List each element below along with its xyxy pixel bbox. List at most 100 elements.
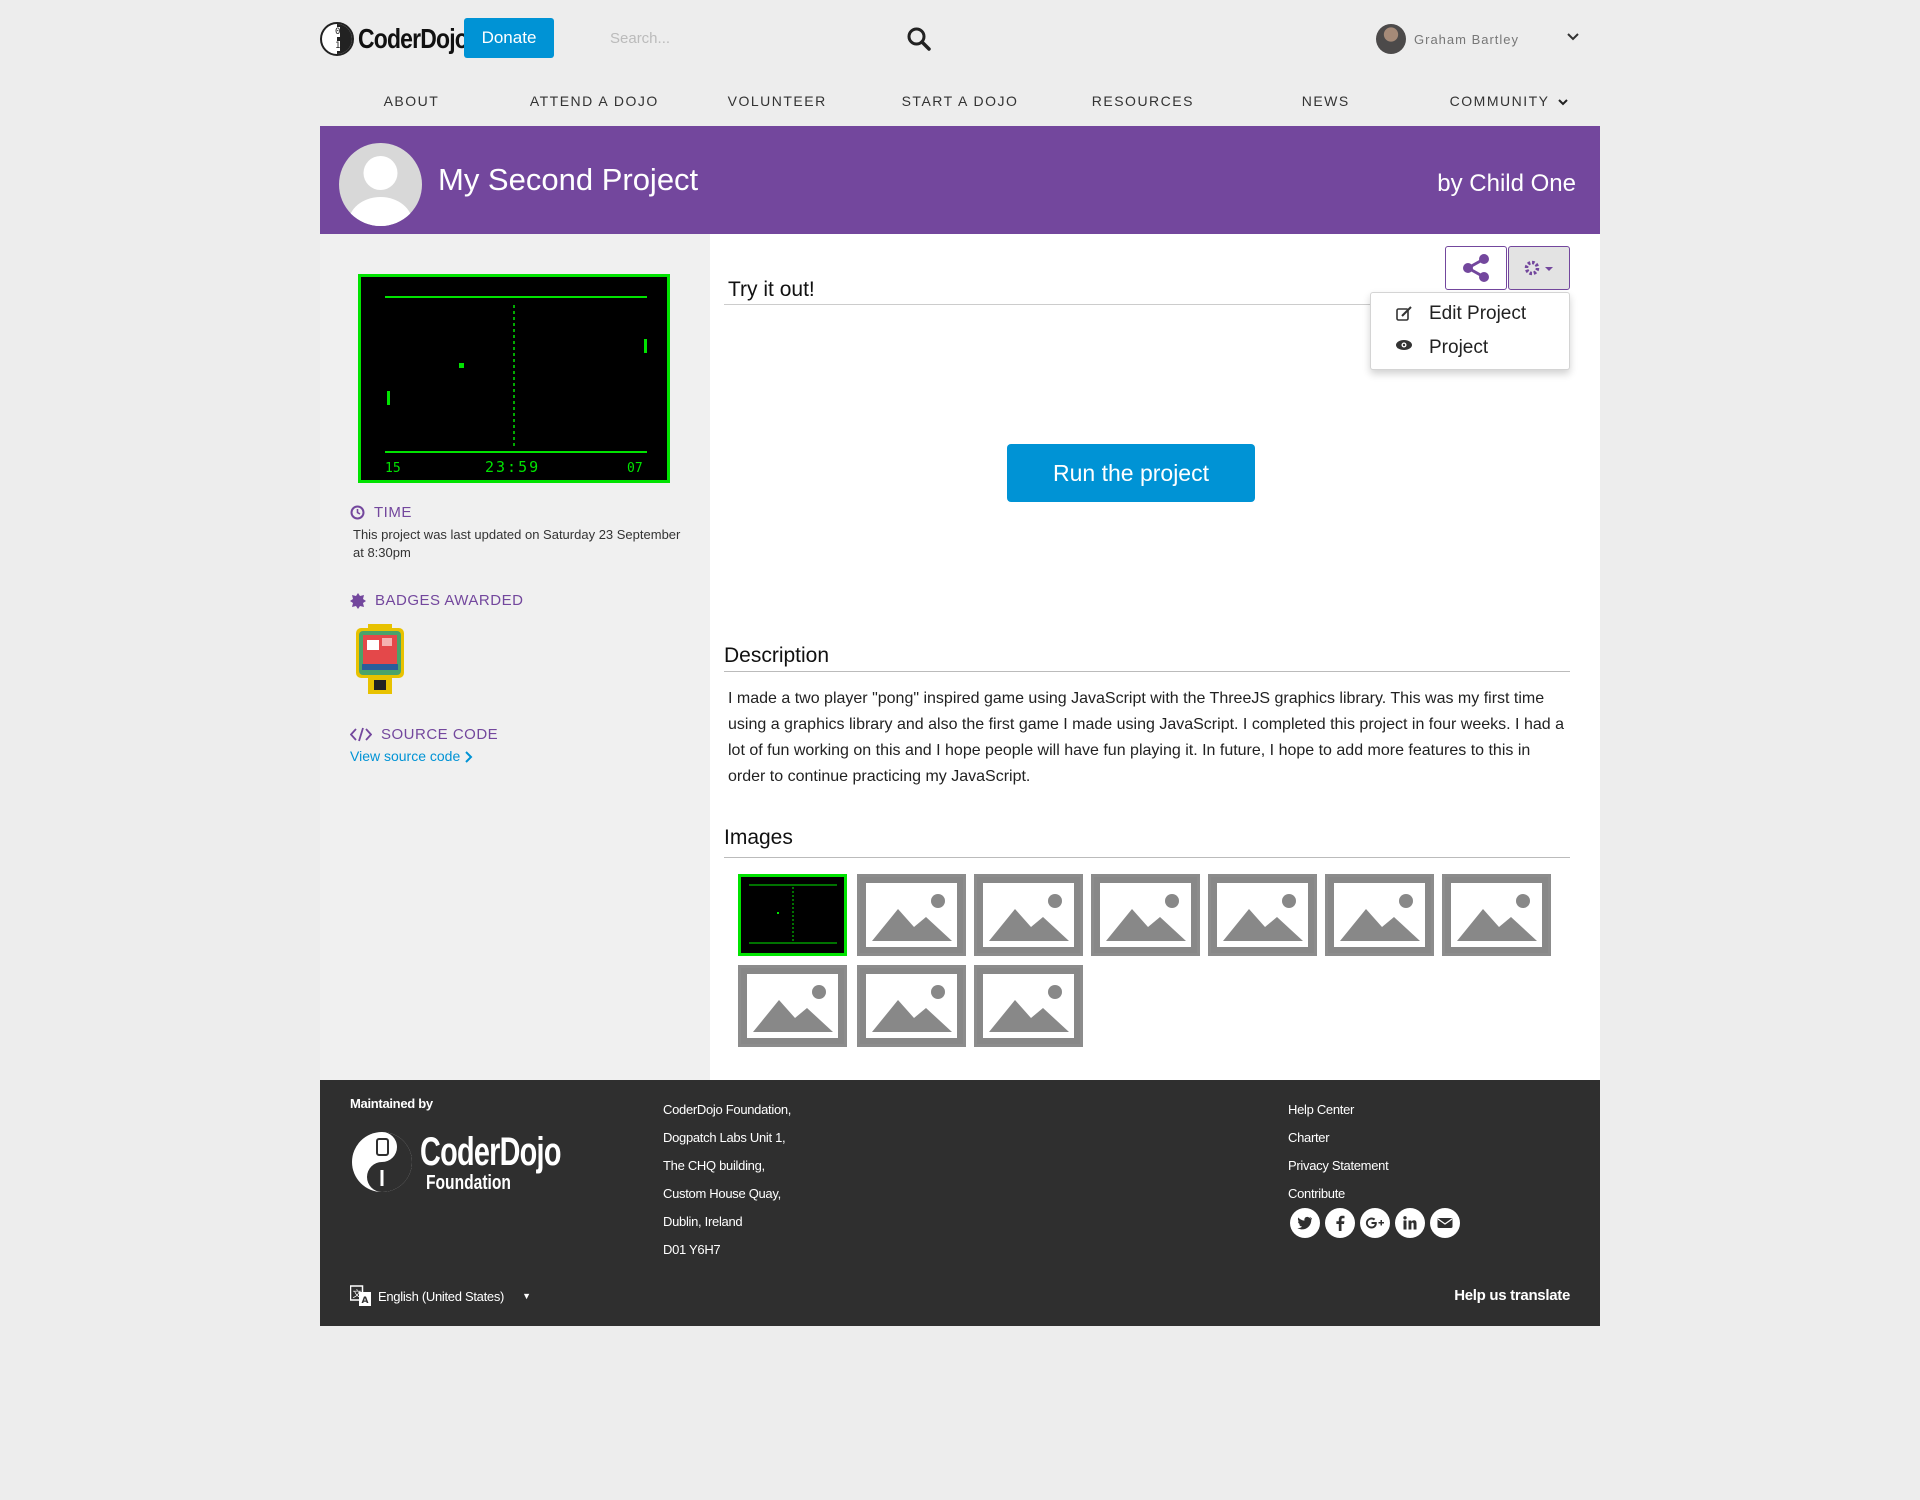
source-title: SOURCE CODE: [381, 726, 499, 743]
divider: [724, 671, 1570, 672]
language-selector[interactable]: 文A English (United States) ▼: [350, 1283, 531, 1309]
nav-community[interactable]: COMMUNITY: [1417, 86, 1600, 116]
nav-community-label: COMMUNITY: [1449, 93, 1550, 109]
donate-button[interactable]: Donate: [464, 18, 554, 58]
chevron-right-icon: [465, 751, 473, 764]
gallery-placeholder-image[interactable]: [974, 874, 1083, 956]
address-line: CoderDojo Foundation,: [663, 1102, 792, 1117]
gallery-placeholder-image[interactable]: [857, 874, 966, 956]
svg-text:A: A: [362, 1296, 369, 1306]
facebook-icon[interactable]: [1325, 1208, 1355, 1238]
email-icon[interactable]: [1430, 1208, 1460, 1238]
images-title: Images: [724, 826, 793, 849]
gallery-placeholder-image[interactable]: [1208, 874, 1317, 956]
project-thumbnail: 15 23:59 07: [358, 274, 670, 483]
project-author: by Child One: [1437, 170, 1576, 197]
view-source-link[interactable]: View source code: [350, 748, 473, 764]
description-title: Description: [724, 644, 830, 667]
share-icon: [1463, 254, 1489, 282]
footer-logo-line1: CoderDojo: [420, 1130, 561, 1174]
left-score: 15: [385, 461, 401, 476]
avatar: [339, 143, 422, 226]
svg-text:文: 文: [353, 1288, 362, 1300]
privacy-statement-link[interactable]: Privacy Statement: [1288, 1152, 1389, 1180]
linkedin-icon[interactable]: [1395, 1208, 1425, 1238]
nav-news[interactable]: NEWS: [1234, 86, 1417, 116]
address-line: D01 Y6H7: [663, 1242, 721, 1257]
badge-icon: [350, 592, 366, 609]
footer-logo-line2: Foundation: [426, 1172, 511, 1194]
source-section-title: SOURCE CODE: [350, 726, 498, 743]
time-title: TIME: [374, 504, 412, 521]
user-menu[interactable]: Graham Bartley: [1376, 22, 1519, 56]
charter-link[interactable]: Charter: [1288, 1124, 1388, 1152]
social-links: [1290, 1208, 1465, 1238]
settings-button[interactable]: [1508, 246, 1570, 290]
contribute-link[interactable]: Contribute: [1288, 1180, 1388, 1208]
yin-yang-logo-icon: 01: [320, 22, 354, 56]
gallery-thumbnail[interactable]: [738, 874, 847, 956]
run-project-button[interactable]: Run the project: [1007, 444, 1255, 502]
nav-attend-a-dojo[interactable]: ATTEND A DOJO: [503, 86, 686, 116]
gallery-placeholder-image[interactable]: [738, 965, 847, 1047]
gallery-placeholder-image[interactable]: [1325, 874, 1434, 956]
nav-volunteer[interactable]: VOLUNTEER: [686, 86, 869, 116]
code-icon: [350, 727, 372, 742]
project-banner: My Second Project by Child One: [320, 126, 1600, 234]
time-section-title: TIME: [350, 504, 412, 521]
try-it-out-title: Try it out!: [728, 278, 815, 301]
project-main: Try it out! Edit Project Project Run the…: [710, 234, 1600, 1080]
user-name: Graham Bartley: [1414, 31, 1520, 47]
edit-project-menu-item[interactable]: Edit Project: [1429, 303, 1526, 325]
search-icon[interactable]: [906, 26, 932, 52]
help-center-link[interactable]: Help Center: [1288, 1096, 1388, 1124]
foundation-address: CoderDojo Foundation, Dogpatch Labs Unit…: [663, 1096, 791, 1264]
settings-dropdown: Edit Project Project: [1370, 292, 1570, 370]
site-footer: Maintained by CoderDojo Foundation Coder…: [320, 1080, 1600, 1326]
help-us-translate-link[interactable]: Help us translate: [1454, 1287, 1570, 1304]
gear-icon: [1524, 260, 1553, 276]
badges-section-title: BADGES AWARDED: [350, 592, 523, 609]
address-line: Custom House Quay,: [663, 1186, 781, 1201]
share-button[interactable]: [1445, 246, 1507, 290]
footer-links: Help Center Charter Privacy Statement Co…: [1288, 1096, 1389, 1208]
gallery-placeholder-image[interactable]: [1091, 874, 1200, 956]
twitter-icon[interactable]: [1290, 1208, 1320, 1238]
view-project-menu-item[interactable]: Project: [1429, 337, 1488, 359]
edit-icon: [1396, 306, 1412, 321]
gallery-placeholder-image[interactable]: [1442, 874, 1551, 956]
badges-title: BADGES AWARDED: [375, 592, 524, 609]
page-title: My Second Project: [438, 162, 699, 197]
awarded-badge-icon[interactable]: [354, 624, 406, 694]
coderdojo-foundation-logo[interactable]: CoderDojo Foundation: [350, 1128, 561, 1198]
project-sidebar: 15 23:59 07 TIME This project was last u…: [320, 234, 710, 1080]
translate-icon: 文A: [350, 1285, 371, 1306]
logo-text: CoderDojo: [358, 23, 469, 54]
gallery-placeholder-image[interactable]: [857, 965, 966, 1047]
nav-about[interactable]: ABOUT: [320, 86, 503, 116]
divider: [724, 857, 1570, 858]
description-text: I made a two player "pong" inspired game…: [728, 690, 1564, 785]
main-nav: ABOUT ATTEND A DOJO VOLUNTEER START A DO…: [320, 86, 1600, 116]
gallery-placeholder-image[interactable]: [974, 965, 1083, 1047]
game-clock: 23:59: [485, 458, 540, 476]
language-label: English (United States): [378, 1288, 505, 1304]
chevron-down-icon: [1557, 99, 1568, 106]
address-line: Dogpatch Labs Unit 1,: [663, 1130, 786, 1145]
clock-icon: [350, 505, 365, 520]
nav-start-a-dojo[interactable]: START A DOJO: [869, 86, 1052, 116]
caret-down-icon: ▼: [522, 1291, 531, 1301]
avatar: [1376, 24, 1406, 54]
address-line: The CHQ building,: [663, 1158, 765, 1173]
maintained-by-label: Maintained by: [350, 1096, 433, 1111]
top-header: 01 CoderDojo Donate Graham Bartley: [320, 0, 1600, 78]
divider: [724, 304, 1384, 305]
chevron-down-icon[interactable]: [1566, 30, 1580, 44]
address-line: Dublin, Ireland: [663, 1214, 743, 1229]
last-updated-text: This project was last updated on Saturda…: [353, 527, 681, 560]
nav-resources[interactable]: RESOURCES: [1051, 86, 1234, 116]
right-score: 07: [627, 461, 643, 476]
search-input[interactable]: [588, 18, 878, 58]
view-source-label: View source code: [350, 748, 461, 764]
google-plus-icon[interactable]: [1360, 1208, 1390, 1238]
